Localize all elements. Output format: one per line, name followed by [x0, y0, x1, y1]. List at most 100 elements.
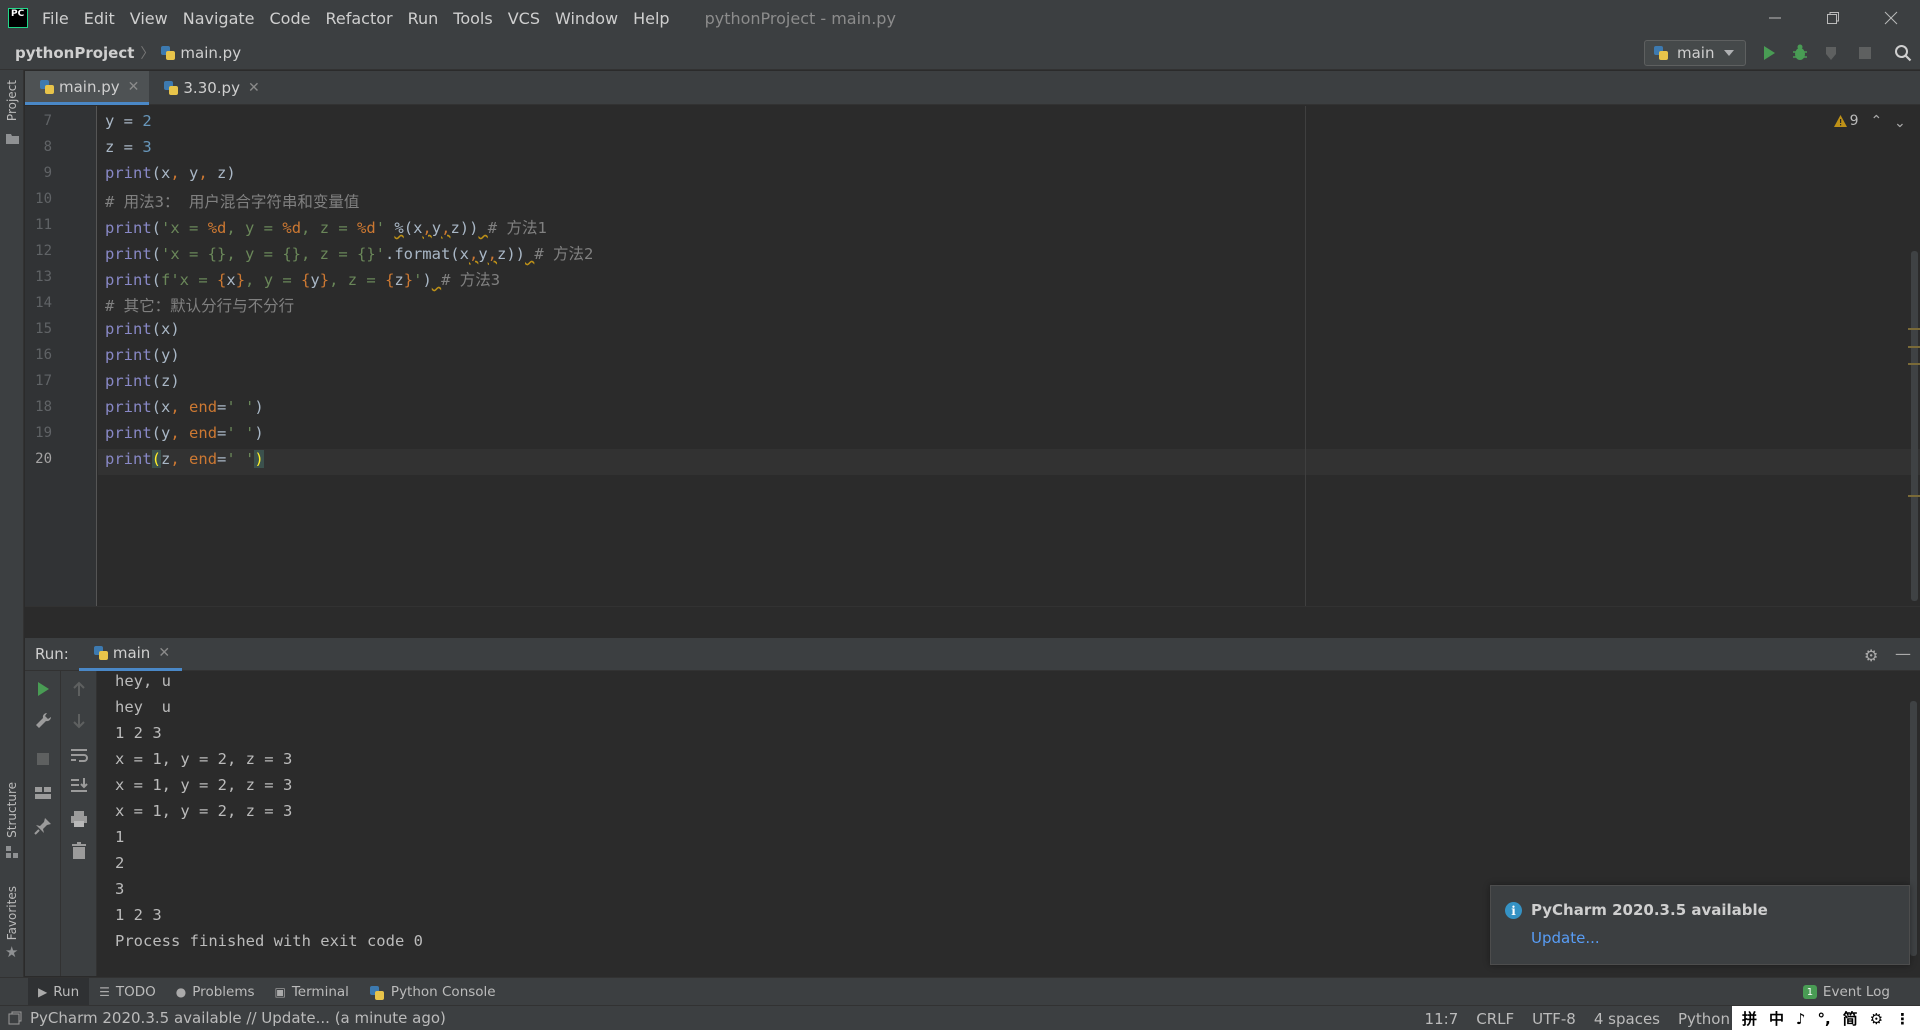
update-link[interactable]: Update... [1531, 929, 1600, 947]
warning-marker[interactable] [1908, 346, 1920, 348]
restore-icon [1827, 12, 1839, 24]
tab-3-30-py[interactable]: 3.30.py ✕ [149, 71, 269, 105]
menu-run[interactable]: Run [408, 9, 439, 28]
code-line: print(z) [105, 372, 180, 390]
close-icon[interactable]: ✕ [158, 645, 170, 661]
structure-tool-window[interactable]: Structure [5, 782, 19, 838]
previous-highlight-icon[interactable]: ⌃ [1871, 113, 1883, 129]
project-tool-window[interactable]: Project [5, 80, 19, 121]
menu-code[interactable]: Code [270, 9, 311, 28]
arrow-down-icon[interactable] [69, 711, 89, 731]
ime-punctuation[interactable]: °, [1817, 1010, 1830, 1028]
breadcrumb-file[interactable]: main.py [160, 44, 241, 62]
layout-icon[interactable] [33, 783, 53, 803]
wrench-icon[interactable] [33, 711, 53, 731]
gear-icon[interactable]: ⚙ [1864, 646, 1878, 665]
problems-icon: ● [175, 984, 187, 999]
python-interpreter[interactable]: Python [1678, 1010, 1730, 1028]
ime-more-icon[interactable]: ⋮ [1895, 1010, 1910, 1028]
menu-navigate[interactable]: Navigate [183, 9, 255, 28]
run-with-coverage-icon[interactable] [1823, 44, 1841, 62]
code-line: print(f'x = {x}, y = {y}, z = {z}') # 方法… [105, 271, 501, 289]
rerun-icon[interactable] [33, 679, 53, 699]
code-line: z = 3 [105, 138, 152, 156]
ime-moon-icon[interactable]: ♪ [1796, 1010, 1806, 1028]
minimize-button[interactable] [1746, 0, 1804, 36]
file-encoding[interactable]: UTF-8 [1532, 1010, 1576, 1028]
toggle-tool-windows-icon[interactable] [8, 1011, 22, 1025]
tool-run[interactable]: ▶ Run [28, 977, 90, 1006]
close-window-button[interactable] [1862, 0, 1920, 36]
pycharm-logo-icon[interactable]: PC [8, 8, 28, 28]
editor-scrollbar[interactable] [1910, 106, 1920, 606]
hide-panel-icon[interactable]: — [1895, 644, 1911, 663]
search-icon[interactable] [1894, 44, 1912, 62]
editor-scrollbar-thumb[interactable] [1911, 251, 1918, 601]
menu-refactor[interactable]: Refactor [325, 9, 392, 28]
favorites-tool-window[interactable]: Favorites [5, 886, 19, 940]
next-highlight-icon[interactable]: ⌃ [1894, 113, 1906, 129]
run-configuration-dropdown[interactable]: main [1644, 40, 1746, 66]
console-scrollbar-thumb[interactable] [1910, 701, 1917, 956]
menu-tools[interactable]: Tools [453, 9, 492, 28]
print-icon[interactable] [69, 809, 89, 829]
main-menu: File Edit View Navigate Code Refactor Ru… [42, 9, 685, 28]
python-file-icon [160, 45, 176, 61]
warning-marker[interactable] [1908, 363, 1920, 365]
info-icon: i [1505, 902, 1522, 919]
close-icon[interactable]: ✕ [128, 79, 140, 95]
breadcrumb-file-label: main.py [180, 43, 242, 62]
trash-icon[interactable] [69, 841, 89, 861]
code-editor[interactable]: 7 8 9 10 11 12 13 14 15 16 17 18 19 20 y… [25, 106, 1920, 606]
stop-icon[interactable] [33, 749, 53, 769]
code-line: print(y, end=' ') [105, 424, 264, 442]
tool-terminal[interactable]: ▣ Terminal [265, 978, 359, 1006]
restore-button[interactable] [1804, 0, 1862, 36]
line-number: 16 [35, 347, 52, 363]
menu-window[interactable]: Window [555, 9, 618, 28]
tool-todo[interactable]: ☰ TODO [89, 978, 166, 1006]
tool-problems[interactable]: ● Problems [166, 978, 265, 1006]
ime-pinyin[interactable]: 拼 [1742, 1008, 1757, 1029]
caret-position[interactable]: 11:7 [1425, 1010, 1459, 1028]
event-log-badge: 1 [1802, 985, 1817, 999]
tool-python-console[interactable]: Python Console [359, 978, 506, 1006]
line-number: 12 [35, 243, 52, 259]
warning-marker[interactable] [1908, 495, 1920, 497]
run-icon[interactable] [1760, 44, 1778, 62]
menu-vcs[interactable]: VCS [508, 9, 540, 28]
code-line: # 其它：默认分行与不分行 [105, 297, 295, 315]
menu-help[interactable]: Help [633, 9, 669, 28]
indent-setting[interactable]: 4 spaces [1594, 1010, 1660, 1028]
pin-icon[interactable] [33, 816, 53, 836]
soft-wrap-icon[interactable] [69, 745, 89, 765]
tool-window-bar: ▶ Run ☰ TODO ● Problems ▣ Terminal Pytho… [0, 977, 1920, 1006]
inspection-widget[interactable]: 9 ⌃ ⌃ [1833, 113, 1906, 129]
status-message[interactable]: PyCharm 2020.3.5 available // Update... … [30, 1009, 446, 1027]
close-icon[interactable]: ✕ [248, 80, 260, 96]
stop-icon[interactable] [1856, 44, 1874, 62]
line-separator[interactable]: CRLF [1476, 1010, 1514, 1028]
menu-file[interactable]: File [42, 9, 69, 28]
tab-main-py[interactable]: main.py ✕ [25, 71, 150, 105]
inspection-count: 9 [1849, 113, 1859, 129]
editor-run-splitter[interactable] [25, 606, 1920, 638]
console-line: 3 [115, 880, 125, 898]
breadcrumb-project[interactable]: pythonProject [15, 44, 134, 62]
event-log-button[interactable]: 1 Event Log [1802, 978, 1890, 1006]
run-tab-main[interactable]: main ✕ [78, 638, 183, 671]
warning-icon [1833, 115, 1847, 127]
ime-settings-icon[interactable]: ⚙ [1870, 1010, 1883, 1028]
ime-simplified[interactable]: 简 [1843, 1008, 1858, 1029]
python-file-icon [163, 80, 179, 96]
menu-view[interactable]: View [130, 9, 168, 28]
arrow-up-icon[interactable] [69, 679, 89, 699]
ime-chinese-mode[interactable]: 中 [1769, 1008, 1784, 1029]
warning-marker[interactable] [1908, 328, 1920, 330]
scroll-to-end-icon[interactable] [69, 775, 89, 795]
code-line: print(x, y, z) [105, 164, 236, 182]
console-line: hey, u [115, 672, 171, 690]
menu-edit[interactable]: Edit [84, 9, 115, 28]
debug-icon[interactable] [1791, 44, 1809, 62]
code-line: # 用法3： 用户混合字符串和变量值 [105, 193, 360, 211]
